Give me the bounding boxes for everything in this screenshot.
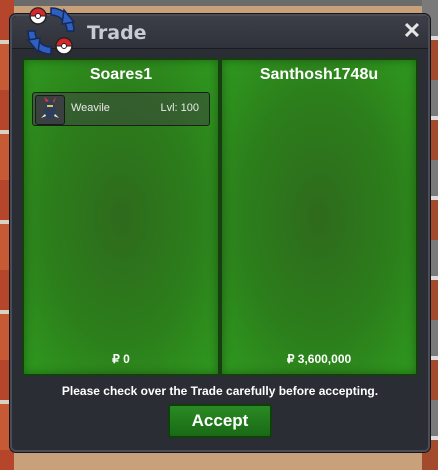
window-title: Trade bbox=[87, 22, 147, 44]
accept-button[interactable]: Accept bbox=[168, 404, 272, 438]
trade-window: Trade ✕ Soares1 Weavile Lvl: 100 ₽ 0 San… bbox=[10, 7, 430, 452]
trade-notice: Please check over the Trade carefully be… bbox=[61, 384, 379, 398]
right-trade-panel: Santhosh1748u ₽ 3,600,000 bbox=[220, 58, 418, 376]
trade-item-slot[interactable]: Weavile Lvl: 100 bbox=[32, 92, 210, 126]
trade-exchange-icon bbox=[26, 7, 76, 55]
item-level: Lvl: 100 bbox=[160, 102, 199, 114]
left-player-name: Soares1 bbox=[89, 66, 153, 83]
right-player-money: ₽ 3,600,000 bbox=[286, 352, 352, 366]
close-icon[interactable]: ✕ bbox=[402, 20, 422, 42]
left-player-money: ₽ 0 bbox=[112, 352, 130, 366]
left-trade-panel: Soares1 Weavile Lvl: 100 ₽ 0 bbox=[22, 58, 220, 376]
right-player-name: Santhosh1748u bbox=[259, 66, 379, 83]
weavile-sprite-icon bbox=[35, 95, 65, 125]
item-name: Weavile bbox=[71, 102, 110, 114]
